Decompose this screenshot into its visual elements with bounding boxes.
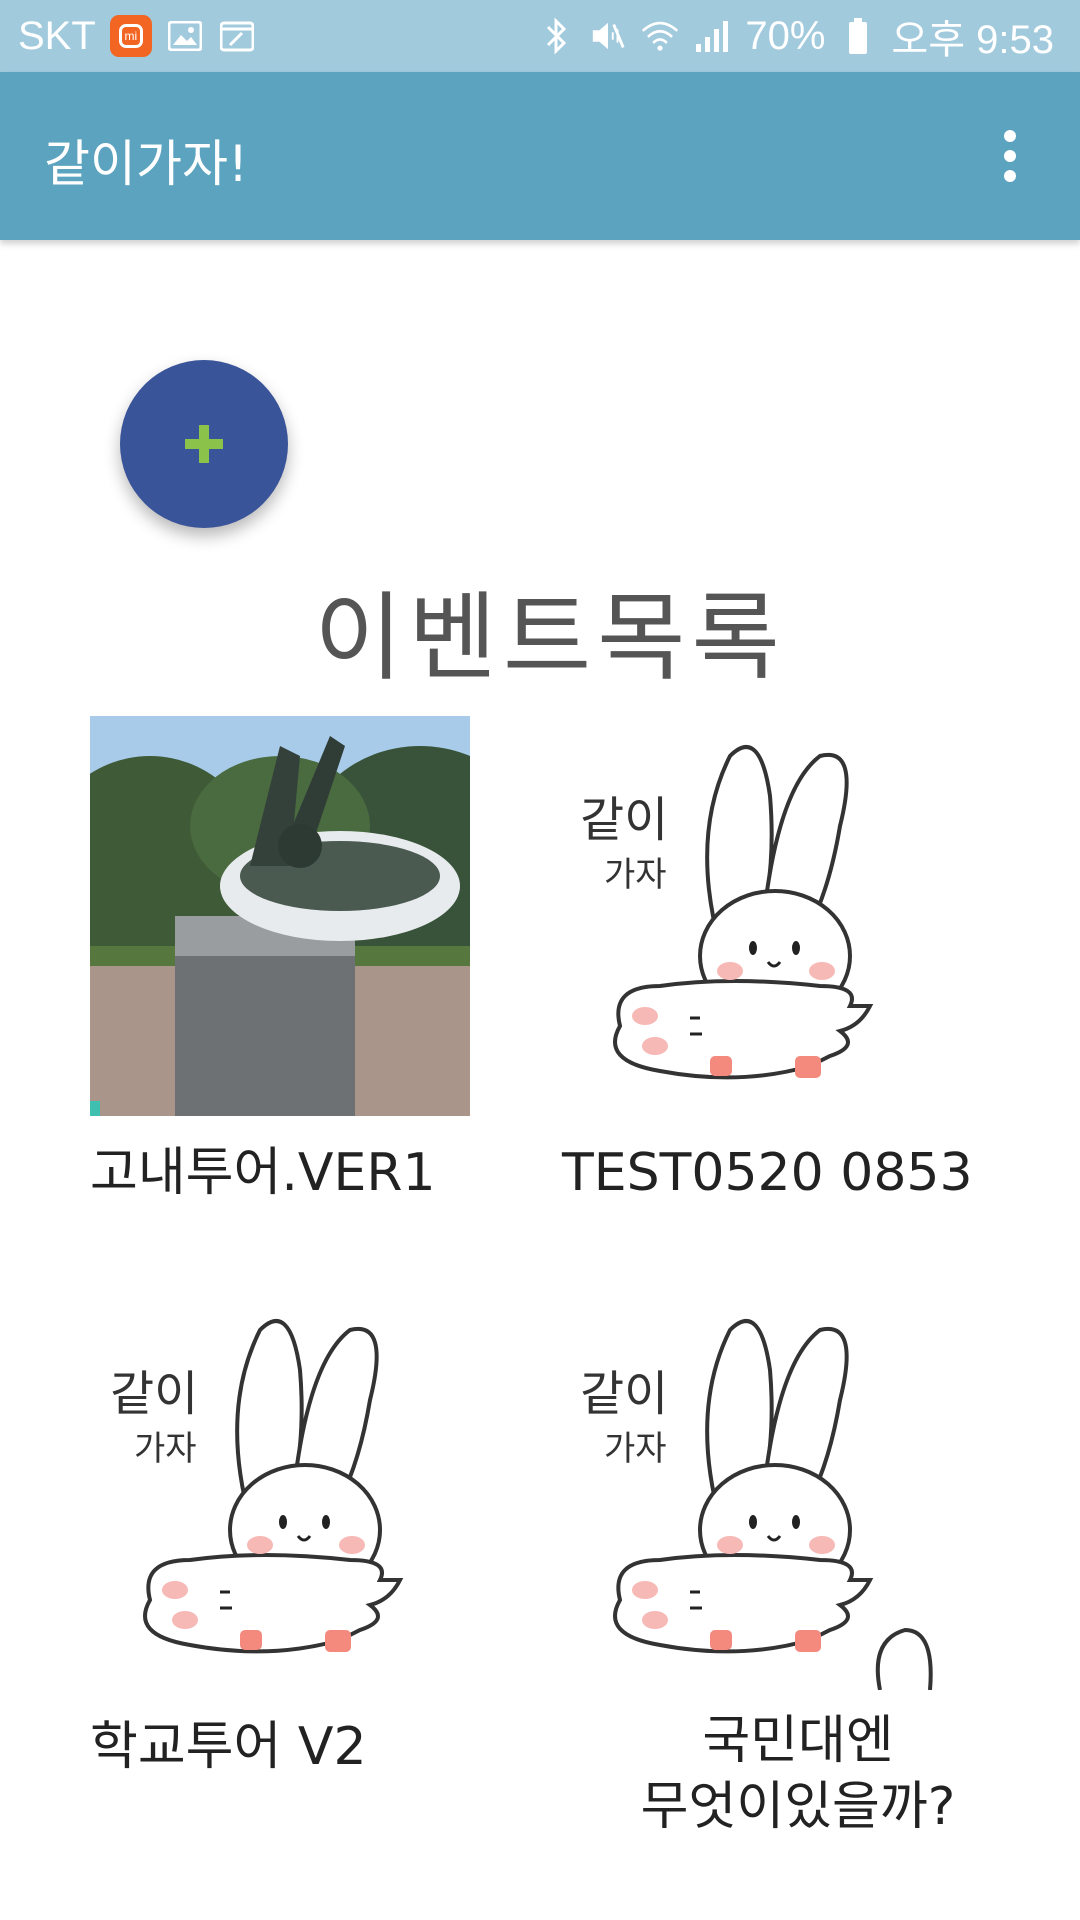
svg-text:가자: 가자 <box>604 855 667 895</box>
note-icon <box>218 18 256 54</box>
svg-text:가자: 가자 <box>604 1429 667 1469</box>
add-event-button[interactable] <box>120 360 288 528</box>
event-card[interactable]: 같이 가자 TEST0520 0853 <box>560 716 973 1203</box>
bluetooth-icon <box>537 18 575 54</box>
svg-text:같이: 같이 <box>580 1366 668 1422</box>
battery-percent: 70% <box>745 13 826 58</box>
status-bar: SKT mi 70% 오후 9:53 <box>0 0 1080 72</box>
carrier-label: SKT <box>18 13 96 58</box>
svg-text:같이: 같이 <box>580 792 668 848</box>
battery-icon <box>839 18 877 54</box>
status-left: SKT mi <box>18 0 256 72</box>
add-icon <box>185 425 223 463</box>
event-thumbnail-bunny: 같이 가자 <box>560 716 940 1116</box>
event-thumbnail-bunny: 같이 가자 <box>90 1290 470 1690</box>
event-title: TEST0520 0853 <box>562 1143 973 1203</box>
signal-icon <box>693 18 731 54</box>
status-right: 70% 오후 9:53 <box>537 0 1054 72</box>
event-title: 학교투어 V2 <box>90 1717 367 1777</box>
gallery-icon <box>166 18 204 54</box>
mute-icon <box>589 18 627 54</box>
app-bar: 같이가자! <box>0 72 1080 240</box>
mi-app-icon: mi <box>109 15 152 57</box>
overflow-menu-icon[interactable] <box>970 112 1050 200</box>
section-title: 이벤트목록 <box>314 582 786 694</box>
event-card[interactable]: 같이 가자 국민대엔 무엇이있을까? <box>560 1290 955 1837</box>
wifi-icon <box>641 18 679 54</box>
app-title: 같이가자! <box>44 135 249 193</box>
event-title: 국민대엔 무엇이있을까? <box>640 1711 956 1837</box>
event-thumbnail-bunny: 같이 가자 <box>560 1290 940 1690</box>
event-card[interactable]: 같이 가자 학교투어 V2 <box>90 1290 470 1777</box>
clock: 오후 9:53 <box>891 18 1054 62</box>
svg-text:가자: 가자 <box>134 1429 197 1469</box>
event-card[interactable]: 고내투어.VER1 <box>90 716 470 1203</box>
event-thumbnail-photo <box>90 716 470 1116</box>
svg-text:같이: 같이 <box>110 1366 198 1422</box>
event-title: 고내투어.VER1 <box>90 1143 436 1203</box>
